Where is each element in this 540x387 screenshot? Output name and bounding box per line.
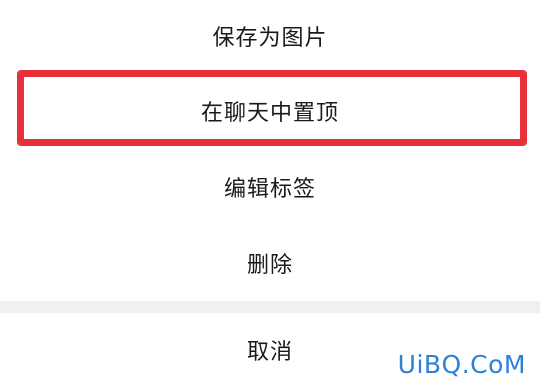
pin-to-top-label: 在聊天中置顶 [200, 100, 339, 126]
pin-to-top-option[interactable]: 在聊天中置顶 [0, 72, 540, 149]
action-sheet: 保存为图片 在聊天中置顶 编辑标签 删除 取消 UiBQ.CoM [0, 0, 540, 387]
watermark: UiBQ.CoM [397, 350, 526, 379]
save-as-image-label: 保存为图片 [212, 26, 328, 51]
delete-label: 删除 [246, 253, 293, 278]
edit-tags-option[interactable]: 编辑标签 [0, 149, 540, 225]
save-as-image-option[interactable]: 保存为图片 [0, 0, 540, 72]
delete-option[interactable]: 删除 [0, 225, 540, 301]
section-gap [0, 301, 540, 313]
edit-tags-label: 编辑标签 [223, 177, 316, 202]
cancel-label: 取消 [246, 340, 293, 365]
